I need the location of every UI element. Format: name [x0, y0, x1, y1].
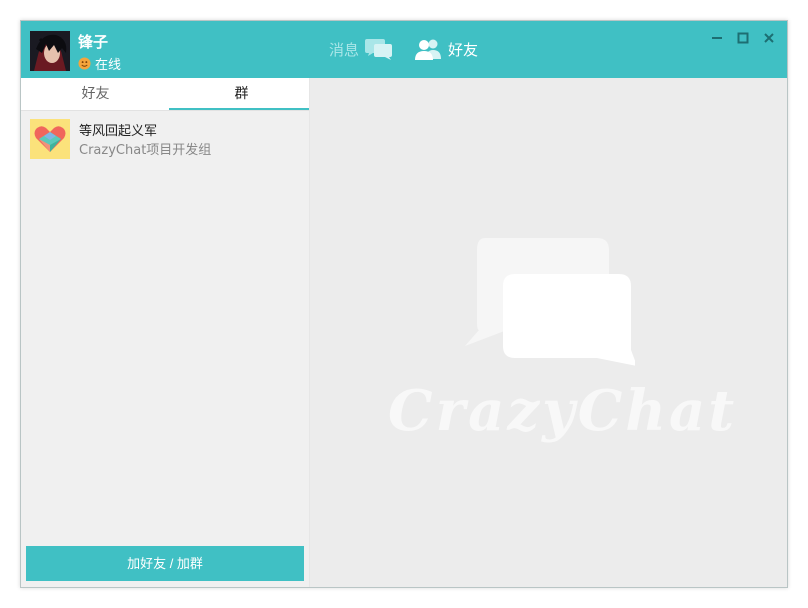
crazychat-watermark: CrazyChat: [388, 378, 738, 444]
chat-bubbles-icon: [365, 39, 393, 60]
minimize-icon[interactable]: [710, 31, 724, 45]
maximize-icon[interactable]: [736, 31, 750, 45]
contact-tabs: 好友 群: [21, 78, 316, 111]
users-icon: [415, 39, 441, 60]
title-bar[interactable]: 锋子 在线 消息 好友: [21, 21, 787, 78]
contact-panel: 好友 群 等风回起义军 CrazyChat项目开发组 加好友 / 加群: [21, 78, 316, 587]
group-description: CrazyChat项目开发组: [79, 143, 212, 158]
user-status-label: 在线: [95, 58, 122, 73]
chat-bubbles-watermark-icon: [465, 238, 635, 366]
group-list-item[interactable]: 等风回起义军 CrazyChat项目开发组: [21, 118, 309, 162]
user-name: 锋子: [78, 33, 109, 51]
tab-friends-list[interactable]: 好友: [23, 78, 168, 110]
app-window: 锋子 在线 消息 好友 好友 群 等风回起义军 CrazyChat项目开发组 加…: [20, 20, 788, 588]
tab-messages-label: 消息: [329, 40, 360, 59]
smile-status-icon: [78, 57, 91, 70]
user-status[interactable]: 在线: [78, 54, 121, 73]
tab-groups-list[interactable]: 群: [169, 78, 316, 110]
close-icon[interactable]: [762, 31, 776, 45]
tab-friends[interactable]: 好友: [414, 38, 478, 60]
tab-messages[interactable]: 消息: [329, 38, 393, 60]
heart-group-icon: [30, 119, 70, 159]
group-name: 等风回起义军: [79, 124, 158, 139]
tab-friends-label: 好友: [448, 40, 479, 59]
chat-area-placeholder: CrazyChat: [310, 78, 787, 587]
user-avatar[interactable]: [30, 31, 70, 71]
add-friend-group-button[interactable]: 加好友 / 加群: [26, 546, 304, 581]
